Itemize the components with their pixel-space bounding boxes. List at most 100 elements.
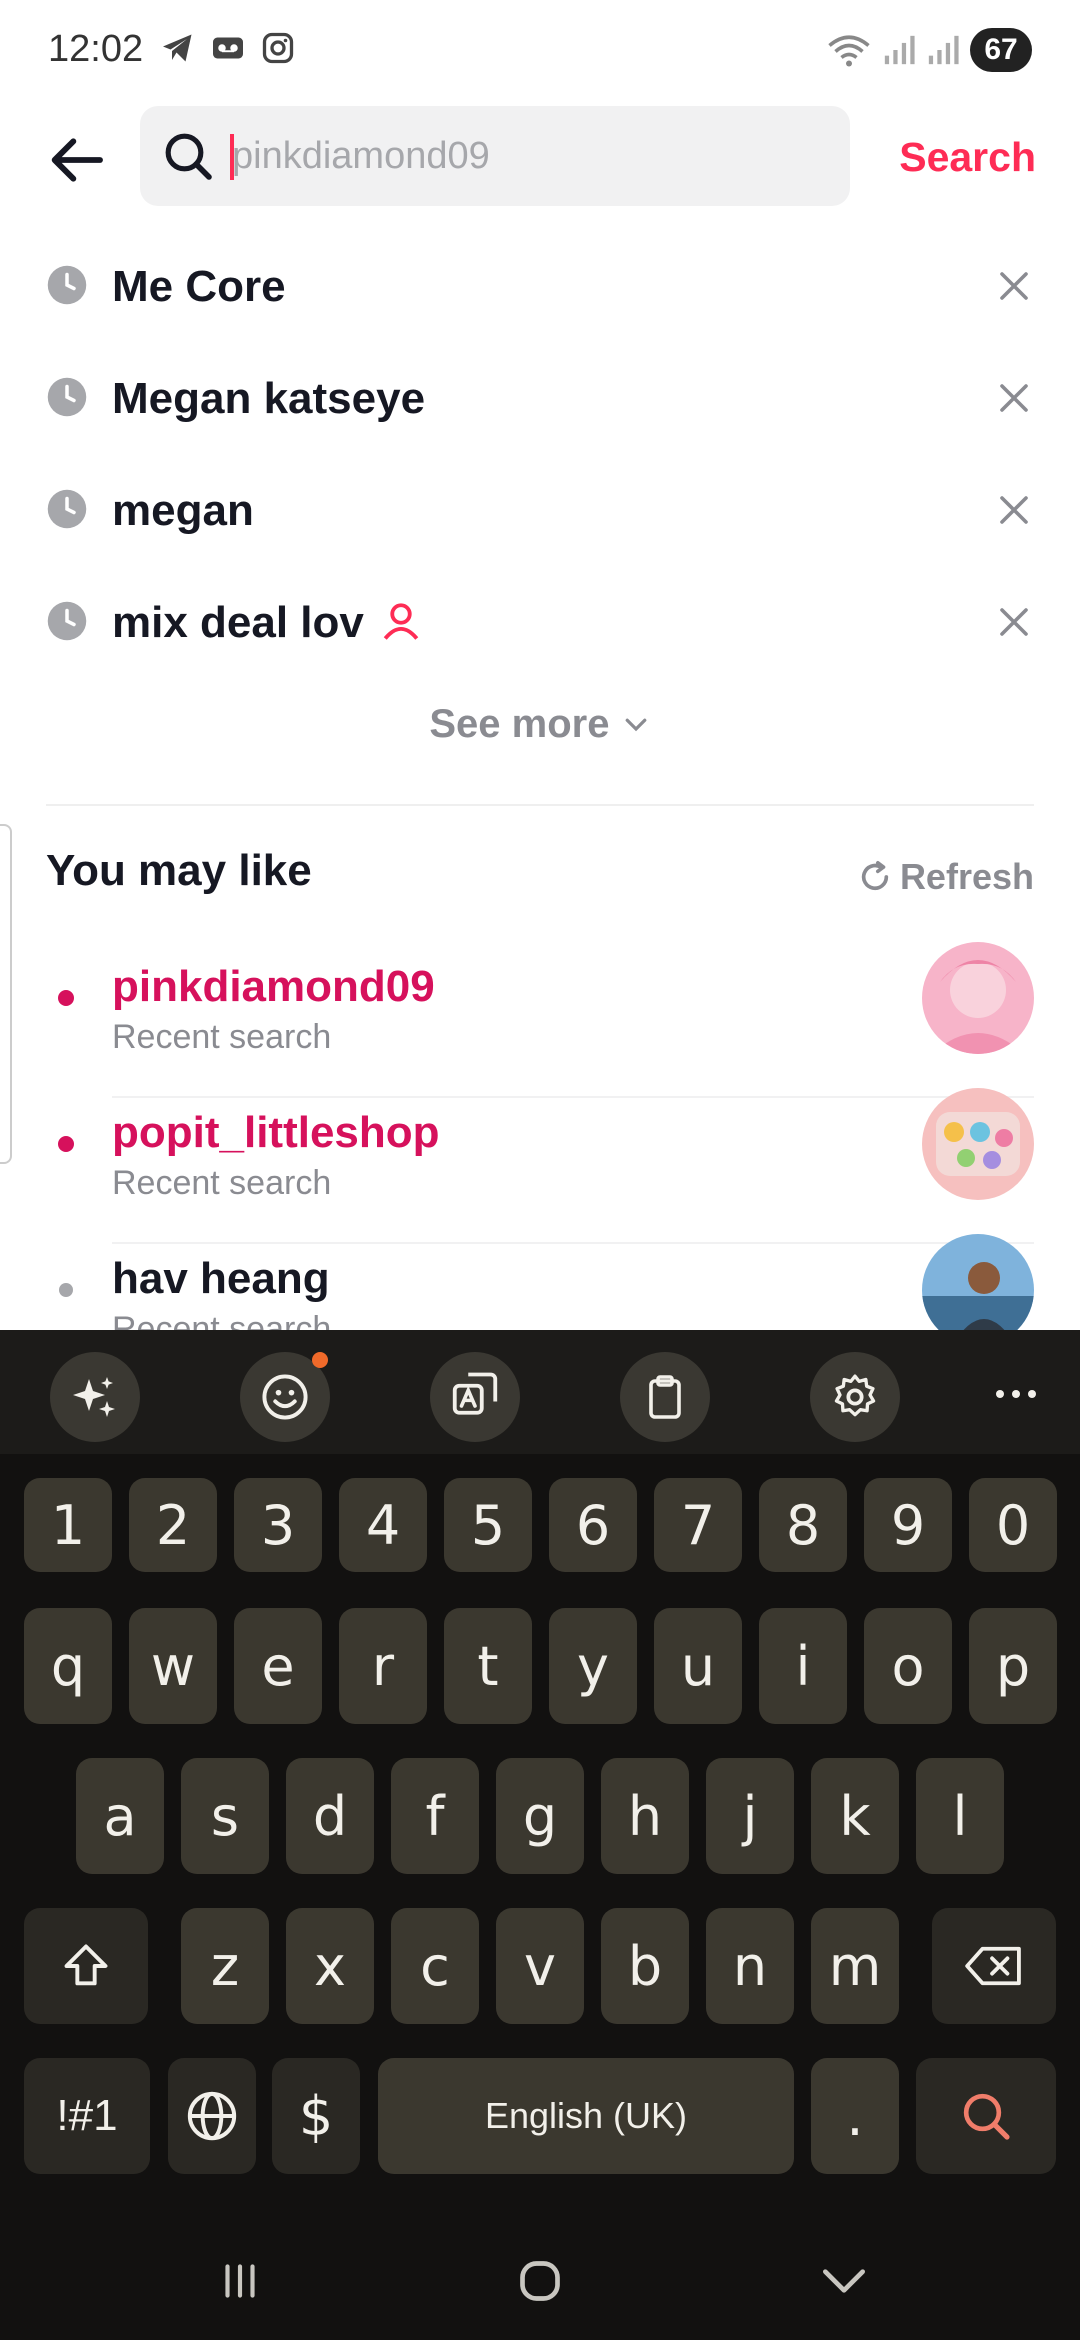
- clipboard-button[interactable]: [620, 1352, 710, 1442]
- signal-icon: [884, 35, 915, 65]
- key-g[interactable]: g: [496, 1758, 584, 1874]
- ai-tools-button[interactable]: [50, 1352, 140, 1442]
- refresh-label: Refresh: [899, 856, 1034, 897]
- history-item[interactable]: Megan katseye: [0, 344, 1080, 456]
- key-4[interactable]: 4: [339, 1478, 427, 1572]
- key-j[interactable]: j: [706, 1758, 794, 1874]
- close-icon[interactable]: [996, 492, 1032, 528]
- emoji-button[interactable]: [240, 1352, 330, 1442]
- hide-keyboard-button[interactable]: [804, 2246, 884, 2316]
- key-f[interactable]: f: [391, 1758, 479, 1874]
- close-icon[interactable]: [996, 604, 1032, 640]
- key-2[interactable]: 2: [129, 1478, 217, 1572]
- space-bar[interactable]: English (UK): [378, 2058, 794, 2174]
- key-1[interactable]: 1: [24, 1478, 112, 1572]
- shift-key[interactable]: [24, 1908, 148, 2024]
- key-k[interactable]: k: [811, 1758, 899, 1874]
- translate-icon: [452, 1372, 498, 1415]
- chevron-down-icon: [823, 2269, 865, 2293]
- search-button[interactable]: Search: [899, 134, 1036, 181]
- you-may-like-title: You may like: [46, 846, 312, 895]
- refresh-icon: [861, 860, 889, 891]
- voicemail-icon: [213, 37, 243, 59]
- clock-icon: [47, 489, 87, 529]
- section-divider: [46, 804, 1034, 806]
- home-icon: [520, 2261, 560, 2301]
- key-q[interactable]: q: [24, 1608, 112, 1724]
- key-z[interactable]: z: [181, 1908, 269, 2024]
- search-input[interactable]: [232, 106, 832, 206]
- key-9[interactable]: 9: [864, 1478, 952, 1572]
- clock-icon: [47, 377, 87, 417]
- currency-key[interactable]: $: [272, 2058, 360, 2174]
- see-more-button[interactable]: See more: [0, 700, 1080, 747]
- suggestion-item[interactable]: popit_littleshop Recent search: [0, 1088, 1080, 1244]
- key-p[interactable]: p: [969, 1608, 1057, 1724]
- more-options-icon[interactable]: [992, 1386, 1040, 1402]
- key-a[interactable]: a: [76, 1758, 164, 1874]
- key-0[interactable]: 0: [969, 1478, 1057, 1572]
- key-e[interactable]: e: [234, 1608, 322, 1724]
- close-icon[interactable]: [996, 268, 1032, 304]
- key-3[interactable]: 3: [234, 1478, 322, 1572]
- key-8[interactable]: 8: [759, 1478, 847, 1572]
- symbols-key[interactable]: !#1: [24, 2058, 150, 2174]
- search-header: Search: [0, 106, 1080, 210]
- key-u[interactable]: u: [654, 1608, 742, 1724]
- suggestion-name: pinkdiamond09: [112, 962, 435, 1011]
- back-button[interactable]: [40, 124, 112, 196]
- keyboard-settings-button[interactable]: [810, 1352, 900, 1442]
- key-w[interactable]: w: [129, 1608, 217, 1724]
- history-item[interactable]: Me Core: [0, 232, 1080, 344]
- key-x[interactable]: x: [286, 1908, 374, 2024]
- signal-icon-2: [928, 35, 959, 65]
- history-item[interactable]: megan: [0, 456, 1080, 568]
- keyboard-toolbar: [0, 1330, 1080, 1454]
- key-b[interactable]: b: [601, 1908, 689, 2024]
- notification-dot: [312, 1352, 328, 1368]
- key-d[interactable]: d: [286, 1758, 374, 1874]
- period-key[interactable]: .: [811, 2058, 899, 2174]
- translate-button[interactable]: [430, 1352, 520, 1442]
- key-s[interactable]: s: [181, 1758, 269, 1874]
- recent-apps-icon: [225, 2264, 255, 2298]
- status-bar: 12:02 67: [0, 0, 1080, 100]
- history-item-label: Me Core: [112, 262, 286, 311]
- key-m[interactable]: m: [811, 1908, 899, 2024]
- key-o[interactable]: o: [864, 1608, 952, 1724]
- search-key[interactable]: [916, 2058, 1056, 2174]
- user-account-icon: [383, 603, 419, 640]
- see-more-label: See more: [429, 701, 610, 746]
- clock-icon: [47, 265, 87, 305]
- key-l[interactable]: l: [916, 1758, 1004, 1874]
- keyboard: 1 2 3 4 5 6 7 8 9 0 q w e r t y u i o p …: [0, 1330, 1080, 2340]
- key-7[interactable]: 7: [654, 1478, 742, 1572]
- key-6[interactable]: 6: [549, 1478, 637, 1572]
- key-n[interactable]: n: [706, 1908, 794, 2024]
- chevron-down-icon: [625, 719, 646, 732]
- close-icon[interactable]: [996, 380, 1032, 416]
- key-r[interactable]: r: [339, 1608, 427, 1724]
- key-v[interactable]: v: [496, 1908, 584, 2024]
- key-t[interactable]: t: [444, 1608, 532, 1724]
- history-item[interactable]: mix deal lov: [0, 568, 1080, 680]
- system-navigation-bar: [0, 2220, 1080, 2340]
- search-box[interactable]: [140, 106, 850, 206]
- battery-indicator: 67: [970, 28, 1032, 72]
- key-5[interactable]: 5: [444, 1478, 532, 1572]
- key-y[interactable]: y: [549, 1608, 637, 1724]
- refresh-button[interactable]: Refresh: [858, 856, 1034, 898]
- clipboard-icon: [649, 1375, 681, 1419]
- key-h[interactable]: h: [601, 1758, 689, 1874]
- search-history: Me Core Megan katseye megan mix deal lov: [0, 232, 1080, 680]
- home-button[interactable]: [500, 2246, 580, 2316]
- language-key[interactable]: [168, 2058, 256, 2174]
- key-c[interactable]: c: [391, 1908, 479, 2024]
- backspace-key[interactable]: [932, 1908, 1056, 2024]
- avatar: [922, 1088, 1034, 1200]
- history-item-label: Megan katseye: [112, 374, 426, 423]
- recent-apps-button[interactable]: [200, 2246, 280, 2316]
- suggestion-item[interactable]: pinkdiamond09 Recent search: [0, 942, 1080, 1098]
- sparkle-icon: [73, 1377, 115, 1417]
- key-i[interactable]: i: [759, 1608, 847, 1724]
